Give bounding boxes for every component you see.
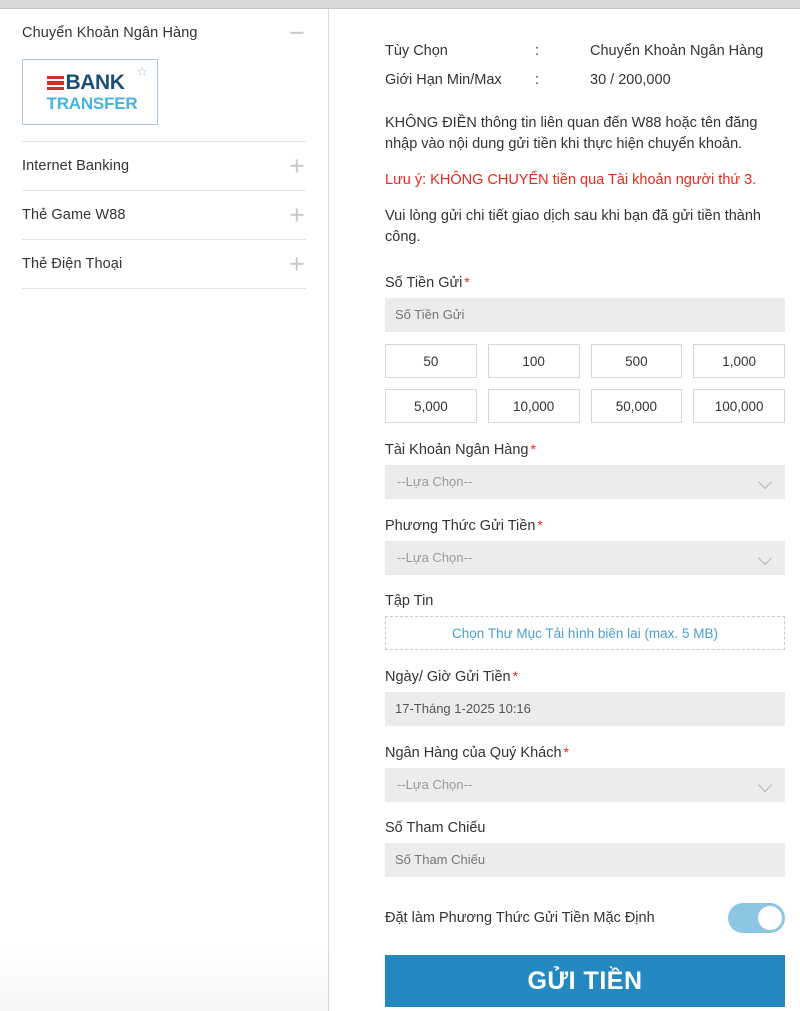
required-asterisk: * <box>464 274 470 291</box>
plus-icon[interactable] <box>288 255 306 273</box>
deposit-method-selected-value: --Lựa Chọn-- <box>397 550 473 566</box>
quick-amount-button[interactable]: 5,000 <box>385 389 477 424</box>
customer-bank-selected-value: --Lựa Chọn-- <box>397 777 473 793</box>
reference-input[interactable] <box>385 843 785 878</box>
notice-info: KHÔNG ĐIỀN thông tin liên quan đến W88 h… <box>385 115 758 153</box>
logo-bank-text: BANK <box>65 71 125 94</box>
summary-row-limit: Giới Hạn Min/Max : 30 / 200,000 <box>385 72 785 88</box>
default-method-label: Đặt làm Phương Thức Gửi Tiền Mặc Định <box>385 910 655 927</box>
quick-amount-button[interactable]: 1,000 <box>693 344 785 379</box>
customer-bank-field: Ngân Hàng của Quý Khách * --Lựa Chọn-- <box>385 744 785 803</box>
sidebar-item-label: Internet Banking <box>22 158 130 174</box>
amount-label-text: Số Tiền Gửi <box>385 275 463 292</box>
deposit-method-label: Phương Thức Gửi Tiền * <box>385 517 785 534</box>
deposit-form: Số Tiền Gửi* 50 100 500 1,000 5,000 10,0… <box>385 274 785 1008</box>
default-method-row: Đặt làm Phương Thức Gửi Tiền Mặc Định <box>385 903 785 934</box>
file-upload-field: Tập Tin Chọn Thư Mục Tải hình biên lai (… <box>385 593 785 651</box>
customer-bank-select[interactable]: --Lựa Chọn-- <box>385 768 785 803</box>
deposit-method-select[interactable]: --Lựa Chọn-- <box>385 541 785 576</box>
quick-amount-button[interactable]: 500 <box>590 344 683 379</box>
bank-transfer-logo-tile[interactable]: ☆ BANK TRANSFER <box>22 59 158 125</box>
bottom-shadow <box>0 941 329 1011</box>
amount-input[interactable] <box>385 298 785 333</box>
summary-value: Chuyển Khoản Ngân Hàng <box>590 43 764 59</box>
required-asterisk: * <box>563 744 569 761</box>
bars-icon <box>46 75 64 91</box>
bank-account-field: Tài Khoản Ngân Hàng * --Lựa Chọn-- <box>385 441 785 500</box>
bank-account-selected-value: --Lựa Chọn-- <box>397 474 473 490</box>
datetime-label-text: Ngày/ Giờ Gửi Tiền <box>385 669 511 686</box>
bank-account-select[interactable]: --Lựa Chọn-- <box>385 465 785 500</box>
toggle-knob <box>758 906 782 931</box>
sidebar-item-game-card[interactable]: Thẻ Game W88 <box>22 191 306 239</box>
customer-bank-label: Ngân Hàng của Quý Khách * <box>385 744 785 761</box>
payment-method-sidebar: Chuyển Khoản Ngân Hàng ☆ BANK TRANSFER I… <box>0 9 329 1011</box>
datetime-field: Ngày/ Giờ Gửi Tiền * <box>385 668 785 727</box>
bank-account-label: Tài Khoản Ngân Hàng * <box>385 441 785 458</box>
file-upload-button[interactable]: Chọn Thư Mục Tải hình biên lai (max. 5 M… <box>385 616 785 651</box>
summary-label: Tùy Chọn <box>385 43 448 59</box>
summary-colon: : <box>535 72 540 88</box>
sidebar-group-internet-banking: Internet Banking <box>22 142 306 190</box>
file-upload-button-label: Chọn Thư Mục Tải hình biên lai (max. 5 M… <box>452 625 718 641</box>
customer-bank-label-text: Ngân Hàng của Quý Khách <box>385 745 562 762</box>
star-icon: ☆ <box>136 64 148 79</box>
deposit-page: Chuyển Khoản Ngân Hàng ☆ BANK TRANSFER I… <box>0 9 800 1011</box>
quick-amount-grid: 50 100 500 1,000 5,000 10,000 50,000 100… <box>385 344 785 424</box>
sidebar-group-body: ☆ BANK TRANSFER <box>22 57 306 141</box>
required-asterisk: * <box>537 517 543 534</box>
deposit-method-field: Phương Thức Gửi Tiền * --Lựa Chọn-- <box>385 517 785 576</box>
summary-row-option: Tùy Chọn : Chuyển Khoản Ngân Hàng <box>385 43 785 59</box>
sidebar-group-game-card: Thẻ Game W88 <box>22 191 306 239</box>
datetime-label: Ngày/ Giờ Gửi Tiền * <box>385 668 785 685</box>
sidebar-item-internet-banking[interactable]: Internet Banking <box>22 142 306 190</box>
bank-transfer-logo: BANK TRANSFER <box>46 71 138 113</box>
reference-label: Số Tham Chiếu <box>385 820 486 837</box>
sidebar-item-phone-card[interactable]: Thẻ Điện Thoại <box>22 240 306 288</box>
summary-colon: : <box>535 43 540 59</box>
browser-top-bar <box>0 0 800 9</box>
bank-account-label-text: Tài Khoản Ngân Hàng <box>385 442 529 459</box>
logo-transfer-text: TRANSFER <box>46 94 138 113</box>
minus-icon[interactable] <box>288 24 306 42</box>
divider <box>22 288 306 289</box>
sidebar-group-bank-transfer: Chuyển Khoản Ngân Hàng ☆ BANK TRANSFER <box>22 9 306 141</box>
plus-icon[interactable] <box>288 157 306 175</box>
plus-icon[interactable] <box>288 206 306 224</box>
reference-field: Số Tham Chiếu <box>385 820 785 878</box>
summary-label: Giới Hạn Min/Max <box>385 72 502 88</box>
quick-amount-button[interactable]: 10,000 <box>487 389 580 424</box>
sidebar-item-label: Chuyển Khoản Ngân Hàng <box>22 25 198 41</box>
required-asterisk: * <box>530 441 536 458</box>
quick-amount-button[interactable]: 100,000 <box>693 389 785 424</box>
deposit-method-label-text: Phương Thức Gửi Tiền <box>385 518 536 535</box>
sidebar-item-label: Thẻ Điện Thoại <box>22 256 123 272</box>
chevron-down-icon <box>760 780 773 788</box>
notice-warning: Lưu ý: KHÔNG CHUYỂN tiền qua Tài khoản n… <box>385 172 757 189</box>
quick-amount-button[interactable]: 100 <box>487 344 580 379</box>
notice-footer: Vui lòng gửi chi tiết giao dịch sau khi … <box>385 208 761 246</box>
chevron-down-icon <box>760 553 773 561</box>
chevron-down-icon <box>760 477 773 485</box>
amount-label: Số Tiền Gửi * <box>385 274 785 291</box>
quick-amount-button[interactable]: 50,000 <box>590 389 683 424</box>
required-asterisk: * <box>512 668 519 685</box>
sidebar-item-bank-transfer[interactable]: Chuyển Khoản Ngân Hàng <box>22 9 306 57</box>
quick-amount-button[interactable]: 50 <box>385 344 477 379</box>
sidebar-group-phone-card: Thẻ Điện Thoại <box>22 240 306 288</box>
default-method-toggle[interactable] <box>728 903 785 934</box>
summary-value: 30 / 200,000 <box>590 72 671 88</box>
file-label: Tập Tin <box>385 593 434 610</box>
submit-deposit-button[interactable]: GỬI TIỀN <box>385 955 785 1008</box>
sidebar-item-label: Thẻ Game W88 <box>22 207 126 223</box>
deposit-detail-pane: Tùy Chọn : Chuyển Khoản Ngân Hàng Giới H… <box>329 9 800 1011</box>
datetime-input[interactable] <box>385 692 785 727</box>
